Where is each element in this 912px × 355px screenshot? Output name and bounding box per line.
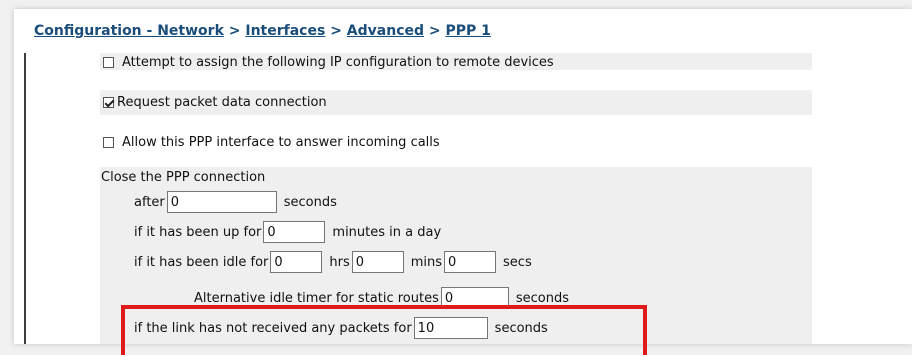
- after-row: after seconds: [134, 190, 337, 214]
- packet-data-checkbox[interactable]: [103, 96, 114, 108]
- assign-ip-checkbox[interactable]: [103, 56, 114, 68]
- highlight-box: [121, 305, 647, 355]
- after-label: after: [134, 194, 165, 210]
- close-heading-text: Close the PPP connection: [101, 169, 266, 185]
- alt-idle-label: Alternative idle timer for static routes: [194, 290, 439, 306]
- up-for-unit: minutes in a day: [332, 224, 442, 240]
- answer-calls-option[interactable]: Allow this PPP interface to answer incom…: [103, 133, 440, 151]
- assign-ip-option[interactable]: Attempt to assign the following IP confi…: [103, 54, 554, 70]
- after-seconds-input[interactable]: [166, 191, 277, 213]
- breadcrumb-separator: >: [330, 23, 342, 39]
- up-for-minutes-input[interactable]: [263, 221, 326, 243]
- up-for-label: if it has been up for: [134, 224, 262, 240]
- idle-secs-input[interactable]: [444, 251, 497, 273]
- breadcrumb-separator: >: [228, 23, 241, 39]
- breadcrumb-configuration-network[interactable]: Configuration - Network: [34, 23, 224, 39]
- breadcrumb-advanced[interactable]: Advanced: [347, 23, 424, 39]
- breadcrumb-ppp-1[interactable]: PPP 1: [446, 23, 491, 39]
- up-for-row: if it has been up for minutes in a day: [134, 220, 441, 244]
- idle-for-row: if it has been idle for hrs mins secs: [134, 250, 532, 274]
- idle-hrs-input[interactable]: [270, 251, 323, 273]
- idle-mins-input[interactable]: [351, 251, 404, 273]
- section-divider: [24, 53, 26, 344]
- breadcrumb-interfaces[interactable]: Interfaces: [245, 23, 325, 39]
- packet-data-option[interactable]: Request packet data connection: [103, 93, 327, 111]
- breadcrumb: Configuration - Network > Interfaces > A…: [34, 23, 491, 39]
- close-connection-heading: Close the PPP connection: [101, 168, 265, 186]
- alt-idle-unit: seconds: [515, 290, 570, 306]
- idle-hrs-label: hrs: [329, 254, 350, 270]
- packet-data-label: Request packet data connection: [117, 94, 327, 110]
- idle-mins-label: mins: [410, 254, 443, 270]
- idle-secs-label: secs: [503, 254, 532, 270]
- after-unit: seconds: [283, 194, 337, 210]
- assign-ip-label: Attempt to assign the following IP confi…: [122, 54, 554, 70]
- breadcrumb-separator: >: [428, 23, 441, 39]
- answer-calls-checkbox[interactable]: [103, 136, 114, 148]
- answer-calls-label: Allow this PPP interface to answer incom…: [122, 134, 440, 150]
- settings-page: Configuration - Network > Interfaces > A…: [14, 9, 912, 355]
- idle-for-label: if it has been idle for: [134, 254, 269, 270]
